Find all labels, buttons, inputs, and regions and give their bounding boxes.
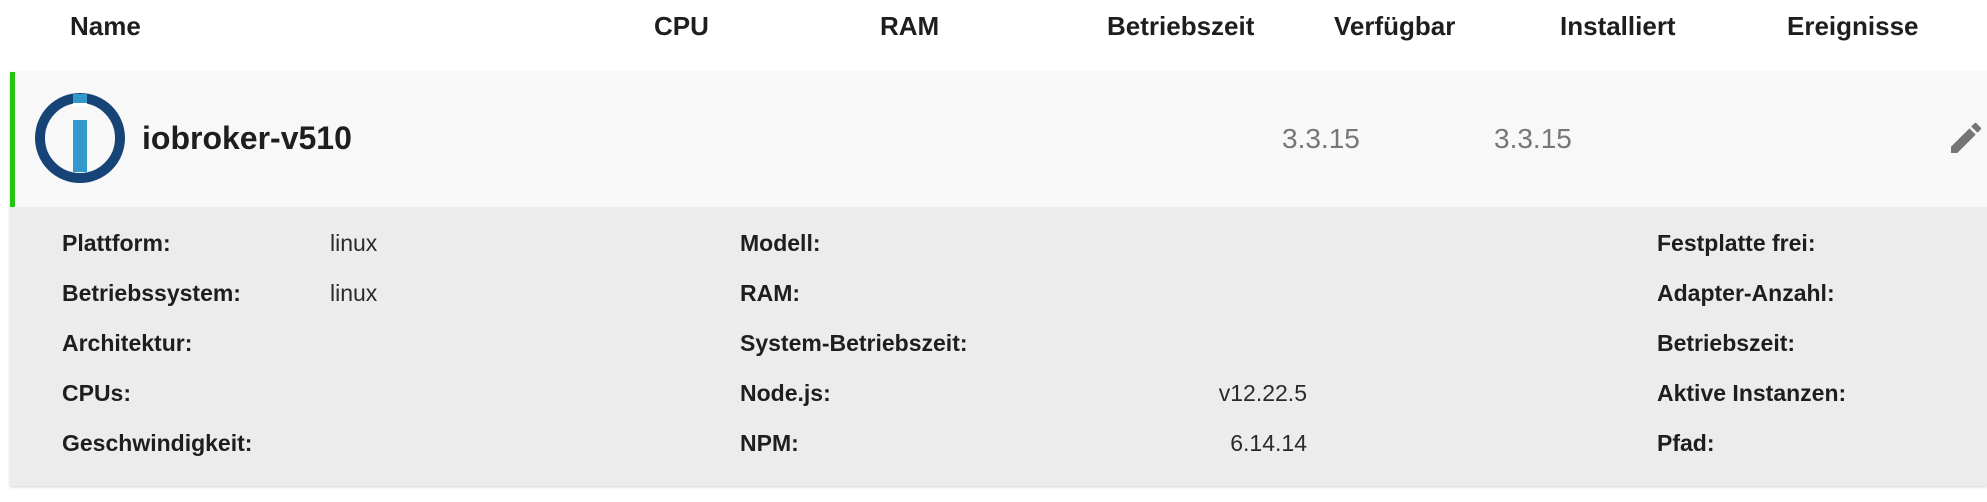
host-card: iobroker-v510 3.3.15 3.3.15 Plattform: l… — [10, 72, 1987, 486]
adapter-count-label: Adapter-Anzahl: — [1657, 280, 1835, 306]
installed-version: 3.3.15 — [1494, 123, 1572, 154]
speed-label: Geschwindigkeit: — [62, 430, 253, 456]
system-uptime-label: System-Betriebszeit: — [740, 330, 968, 356]
os-label: Betriebssystem: — [62, 280, 241, 306]
uptime-label: Betriebszeit: — [1657, 330, 1796, 356]
npm-label: NPM: — [740, 430, 799, 456]
model-label: Modell: — [740, 230, 821, 256]
disk-free-label: Festplatte frei: — [1657, 230, 1816, 256]
column-header-uptime[interactable]: Betriebszeit — [1107, 10, 1254, 42]
host-details: Plattform: linux Betriebssystem: linux A… — [10, 207, 1987, 486]
column-header-available[interactable]: Verfügbar — [1334, 10, 1455, 42]
column-header-cpu[interactable]: CPU — [654, 10, 709, 42]
table-header: Name CPU RAM Betriebszeit Verfügbar Inst… — [0, 0, 1987, 56]
platform-value: linux — [330, 230, 378, 256]
nodejs-value: v12.22.5 — [1218, 380, 1307, 406]
column-header-events[interactable]: Ereignisse — [1787, 10, 1919, 42]
edit-icon[interactable] — [1946, 118, 1986, 158]
active-instances-label: Aktive Instanzen: — [1657, 380, 1847, 406]
host-row[interactable]: iobroker-v510 3.3.15 3.3.15 — [10, 72, 1987, 207]
nodejs-label: Node.js: — [740, 380, 831, 406]
column-header-installed[interactable]: Installiert — [1560, 10, 1676, 42]
architecture-label: Architektur: — [62, 330, 193, 356]
host-name: iobroker-v510 — [142, 120, 352, 156]
status-indicator — [10, 72, 15, 207]
cpus-label: CPUs: — [62, 380, 132, 406]
path-label: Pfad: — [1657, 430, 1715, 456]
ram-label: RAM: — [740, 280, 801, 306]
iobroker-logo-icon — [35, 93, 125, 183]
column-header-ram[interactable]: RAM — [880, 10, 939, 42]
npm-value: 6.14.14 — [1230, 430, 1307, 456]
os-value: linux — [330, 280, 378, 306]
platform-label: Plattform: — [62, 230, 171, 256]
available-version: 3.3.15 — [1282, 123, 1360, 154]
column-header-name[interactable]: Name — [70, 10, 141, 42]
